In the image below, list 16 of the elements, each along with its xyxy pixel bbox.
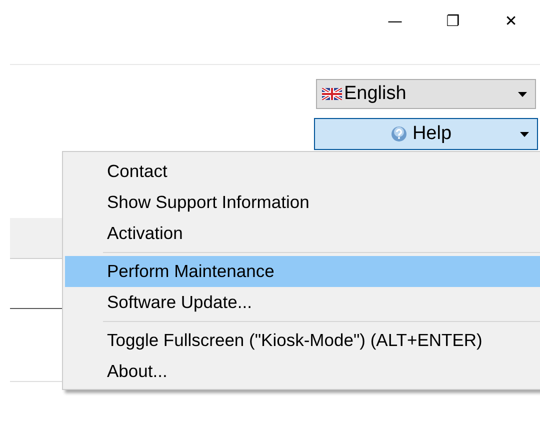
caret-icon (518, 92, 527, 96)
menu-item[interactable]: Activation (65, 218, 540, 249)
menu-item[interactable]: Toggle Fullscreen ("Kiosk-Mode") (ALT+ENTER) (65, 325, 540, 356)
restore-button[interactable]: ❐ (430, 12, 476, 30)
menu-item[interactable]: Perform Maintenance (65, 256, 540, 287)
help-button[interactable]: Help (314, 118, 538, 150)
menu-item[interactable]: Show Support Information (65, 187, 540, 218)
menu-item[interactable]: Contact (65, 156, 540, 187)
menu-item[interactable]: Software Update... (65, 287, 540, 318)
question-icon (391, 126, 408, 142)
flag-icon (322, 88, 342, 100)
caret-icon (520, 132, 529, 136)
menu-item[interactable]: About... (65, 356, 540, 387)
minimize-button[interactable]: — (372, 12, 418, 30)
language-dropdown[interactable]: English (316, 79, 536, 109)
close-button[interactable]: ✕ (488, 12, 534, 30)
